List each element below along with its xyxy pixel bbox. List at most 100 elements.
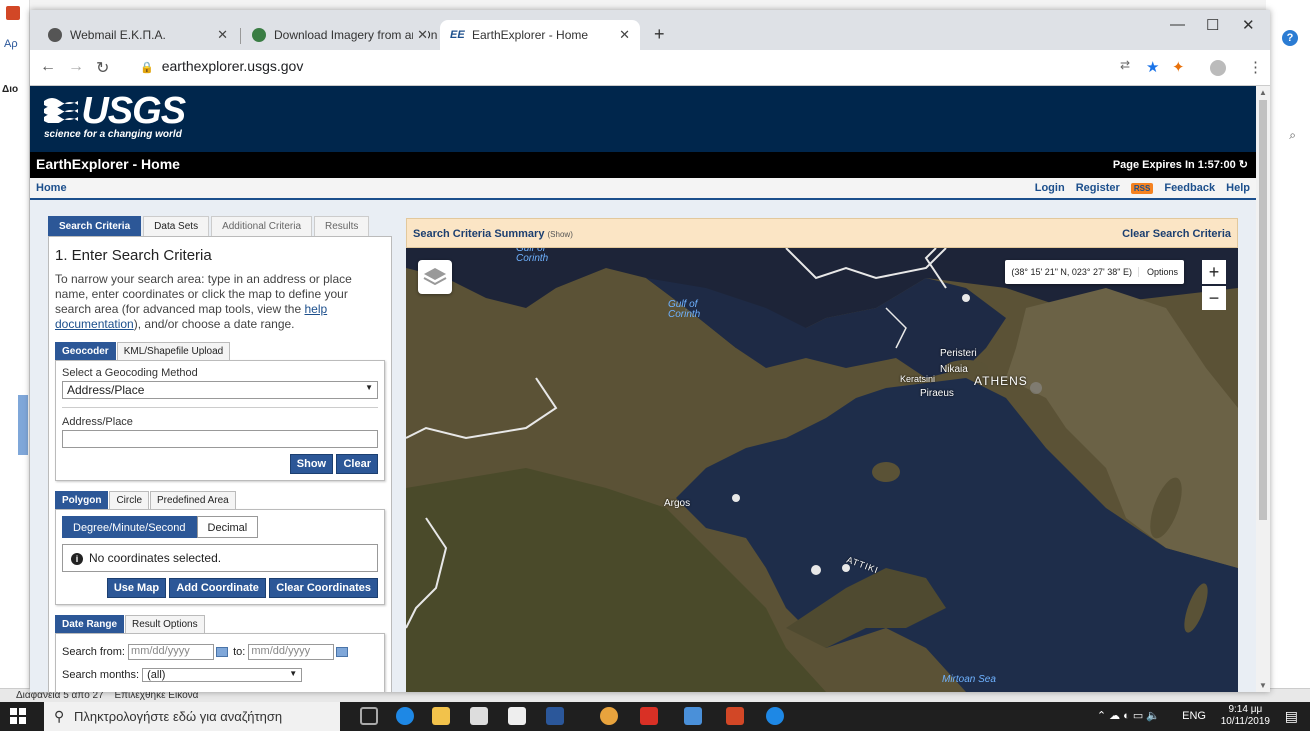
tab-polygon[interactable]: Polygon bbox=[55, 491, 109, 509]
extension-icon[interactable]: ✦ bbox=[1172, 58, 1185, 76]
dropdown-caret-icon: ▼ bbox=[289, 669, 298, 678]
clear-button[interactable]: Clear bbox=[336, 454, 378, 474]
file-explorer-icon[interactable] bbox=[432, 707, 450, 725]
browser-window: Webmail E.K.Π.A. ✕ Download Imagery from… bbox=[30, 10, 1270, 692]
usgs-logo[interactable]: USGS science for a changing world bbox=[44, 92, 186, 140]
forward-icon[interactable]: → bbox=[68, 58, 84, 76]
close-icon[interactable]: ✕ bbox=[413, 20, 428, 50]
scrollbar-thumb[interactable] bbox=[1259, 100, 1267, 520]
help-icon[interactable]: ? bbox=[1282, 30, 1298, 46]
scroll-up-icon[interactable]: ▲ bbox=[1259, 88, 1267, 97]
calendar-icon[interactable] bbox=[336, 647, 349, 657]
satellite-map[interactable]: (38° 15' 21" N, 023° 27' 38" E) Options +… bbox=[406, 248, 1238, 692]
maximize-icon[interactable]: ☐ bbox=[1206, 16, 1219, 34]
page-scrollbar[interactable]: ▲ ▼ bbox=[1256, 86, 1270, 692]
powerpoint-icon[interactable] bbox=[726, 707, 744, 725]
date-to-input[interactable]: mm/dd/yyyy bbox=[248, 644, 335, 660]
acrobat-icon[interactable] bbox=[640, 707, 658, 725]
app-icon bbox=[6, 6, 20, 20]
chrome-icon[interactable] bbox=[600, 707, 618, 725]
date-range-row: Search from: mm/dd/yyyy to: mm/dd/yyyy bbox=[62, 644, 378, 660]
tab-webmail[interactable]: Webmail E.K.Π.A. ✕ bbox=[38, 20, 238, 50]
search-months-select[interactable]: (all) ▼ bbox=[142, 668, 303, 682]
profile-avatar[interactable] bbox=[1210, 60, 1226, 76]
tab-circle[interactable]: Circle bbox=[109, 491, 150, 509]
document-icon[interactable] bbox=[684, 707, 702, 725]
word-icon[interactable] bbox=[546, 707, 564, 725]
dropdown-caret-icon: ▼ bbox=[365, 383, 373, 392]
address-bar: ← → ↻ 🔒 earthexplorer.usgs.gov ⇄ ★ ✦ ⋮ bbox=[30, 50, 1270, 86]
language-indicator[interactable]: ENG bbox=[1182, 702, 1206, 731]
task-view-icon[interactable] bbox=[360, 707, 378, 725]
tab-label: Webmail E.K.Π.A. bbox=[70, 28, 166, 42]
menu-kebab-icon[interactable]: ⋮ bbox=[1248, 58, 1263, 76]
zoom-out-button[interactable]: − bbox=[1202, 286, 1226, 310]
tab-result-options[interactable]: Result Options bbox=[125, 615, 205, 633]
logo-tagline: science for a changing world bbox=[44, 129, 182, 140]
scroll-down-icon[interactable]: ▼ bbox=[1259, 681, 1267, 690]
window-close-icon[interactable]: ✕ bbox=[1242, 16, 1255, 34]
summary-show-link[interactable]: (Show) bbox=[548, 230, 573, 239]
notifications-icon[interactable]: ▤ bbox=[1285, 708, 1298, 725]
taskbar-clock[interactable]: 9:14 μμ 10/11/2019 bbox=[1221, 704, 1270, 728]
translate-icon[interactable]: ⇄ bbox=[1120, 58, 1130, 72]
address-input[interactable] bbox=[62, 430, 378, 448]
select-value: Address/Place bbox=[67, 383, 145, 397]
back-icon[interactable]: ← bbox=[40, 58, 56, 76]
url-field[interactable]: 🔒 earthexplorer.usgs.gov bbox=[140, 58, 303, 74]
map-canvas[interactable] bbox=[406, 248, 1238, 692]
refresh-icon[interactable]: ↻ bbox=[1239, 159, 1248, 171]
tab-download-imagery[interactable]: Download Imagery from an Onli ✕ bbox=[242, 20, 438, 50]
tab-predefined-area[interactable]: Predefined Area bbox=[150, 491, 236, 509]
clear-search-criteria-link[interactable]: Clear Search Criteria bbox=[1122, 228, 1231, 240]
area-tabs: Polygon Circle Predefined Area bbox=[55, 491, 385, 509]
tab-earthexplorer[interactable]: EE EarthExplorer - Home ✕ bbox=[440, 20, 640, 50]
tab-geocoder[interactable]: Geocoder bbox=[55, 342, 116, 360]
taskbar-search[interactable]: ⚲ Πληκτρολογήστε εδώ για αναζήτηση bbox=[44, 702, 340, 731]
tab-data-sets[interactable]: Data Sets bbox=[143, 216, 210, 236]
calendar-icon[interactable] bbox=[216, 647, 229, 657]
add-coordinate-button[interactable]: Add Coordinate bbox=[169, 578, 266, 598]
tab-date-range[interactable]: Date Range bbox=[55, 615, 125, 633]
help-link[interactable]: Help bbox=[1226, 182, 1250, 194]
edge-icon[interactable] bbox=[396, 707, 414, 725]
tab-kml-upload[interactable]: KML/Shapefile Upload bbox=[116, 342, 231, 360]
summary-title-text: Search Criteria Summary bbox=[413, 228, 545, 240]
close-icon[interactable]: ✕ bbox=[619, 20, 630, 50]
windows-start-icon[interactable] bbox=[10, 708, 26, 724]
decimal-option[interactable]: Decimal bbox=[196, 516, 259, 538]
show-button[interactable]: Show bbox=[289, 454, 334, 474]
tab-results[interactable]: Results bbox=[314, 216, 370, 236]
zoom-in-button[interactable]: + bbox=[1202, 260, 1226, 284]
date-from-input[interactable]: mm/dd/yyyy bbox=[128, 644, 215, 660]
new-tab-button[interactable]: + bbox=[654, 24, 665, 45]
minimize-icon[interactable]: — bbox=[1170, 16, 1185, 33]
register-link[interactable]: Register bbox=[1076, 182, 1120, 194]
breadcrumb-home[interactable]: Home bbox=[36, 182, 67, 194]
store-icon[interactable] bbox=[470, 707, 488, 725]
browser-alt-icon[interactable] bbox=[766, 707, 784, 725]
map-label-gulf: Gulf of Corinth bbox=[668, 299, 701, 320]
feedback-link[interactable]: Feedback bbox=[1164, 182, 1215, 194]
map-options-button[interactable]: Options bbox=[1137, 267, 1178, 277]
rss-icon[interactable]: RSS bbox=[1130, 183, 1154, 194]
mail-icon[interactable] bbox=[508, 707, 526, 725]
expires-text: Page Expires In 1:57:00 bbox=[1112, 159, 1236, 171]
search-icon[interactable]: ⌕ bbox=[1289, 128, 1296, 143]
tab-additional-criteria[interactable]: Additional Criteria bbox=[211, 216, 313, 236]
layers-button[interactable] bbox=[418, 260, 452, 294]
main-tabs: Search Criteria Data Sets Additional Crite… bbox=[48, 216, 392, 236]
use-map-button[interactable]: Use Map bbox=[106, 578, 167, 598]
dms-option[interactable]: Degree/Minute/Second bbox=[62, 516, 197, 538]
tab-search-criteria[interactable]: Search Criteria bbox=[48, 216, 142, 236]
close-icon[interactable]: ✕ bbox=[217, 20, 228, 50]
geocoding-method-select[interactable]: Address/Place ▼ bbox=[62, 381, 378, 399]
system-tray-icons[interactable]: ⌃ ☁ ◐ ▭ 🔈 bbox=[1097, 702, 1160, 731]
map-label-athens: ATHENS bbox=[974, 374, 1028, 388]
reload-icon[interactable]: ↻ bbox=[96, 58, 109, 78]
login-link[interactable]: Login bbox=[1035, 182, 1065, 194]
clear-coordinates-button[interactable]: Clear Coordinates bbox=[269, 578, 378, 598]
map-label-keratsini: Keratsini bbox=[900, 374, 936, 384]
map-label-peristeri: Peristeri bbox=[940, 348, 977, 359]
star-icon[interactable]: ★ bbox=[1146, 58, 1159, 76]
